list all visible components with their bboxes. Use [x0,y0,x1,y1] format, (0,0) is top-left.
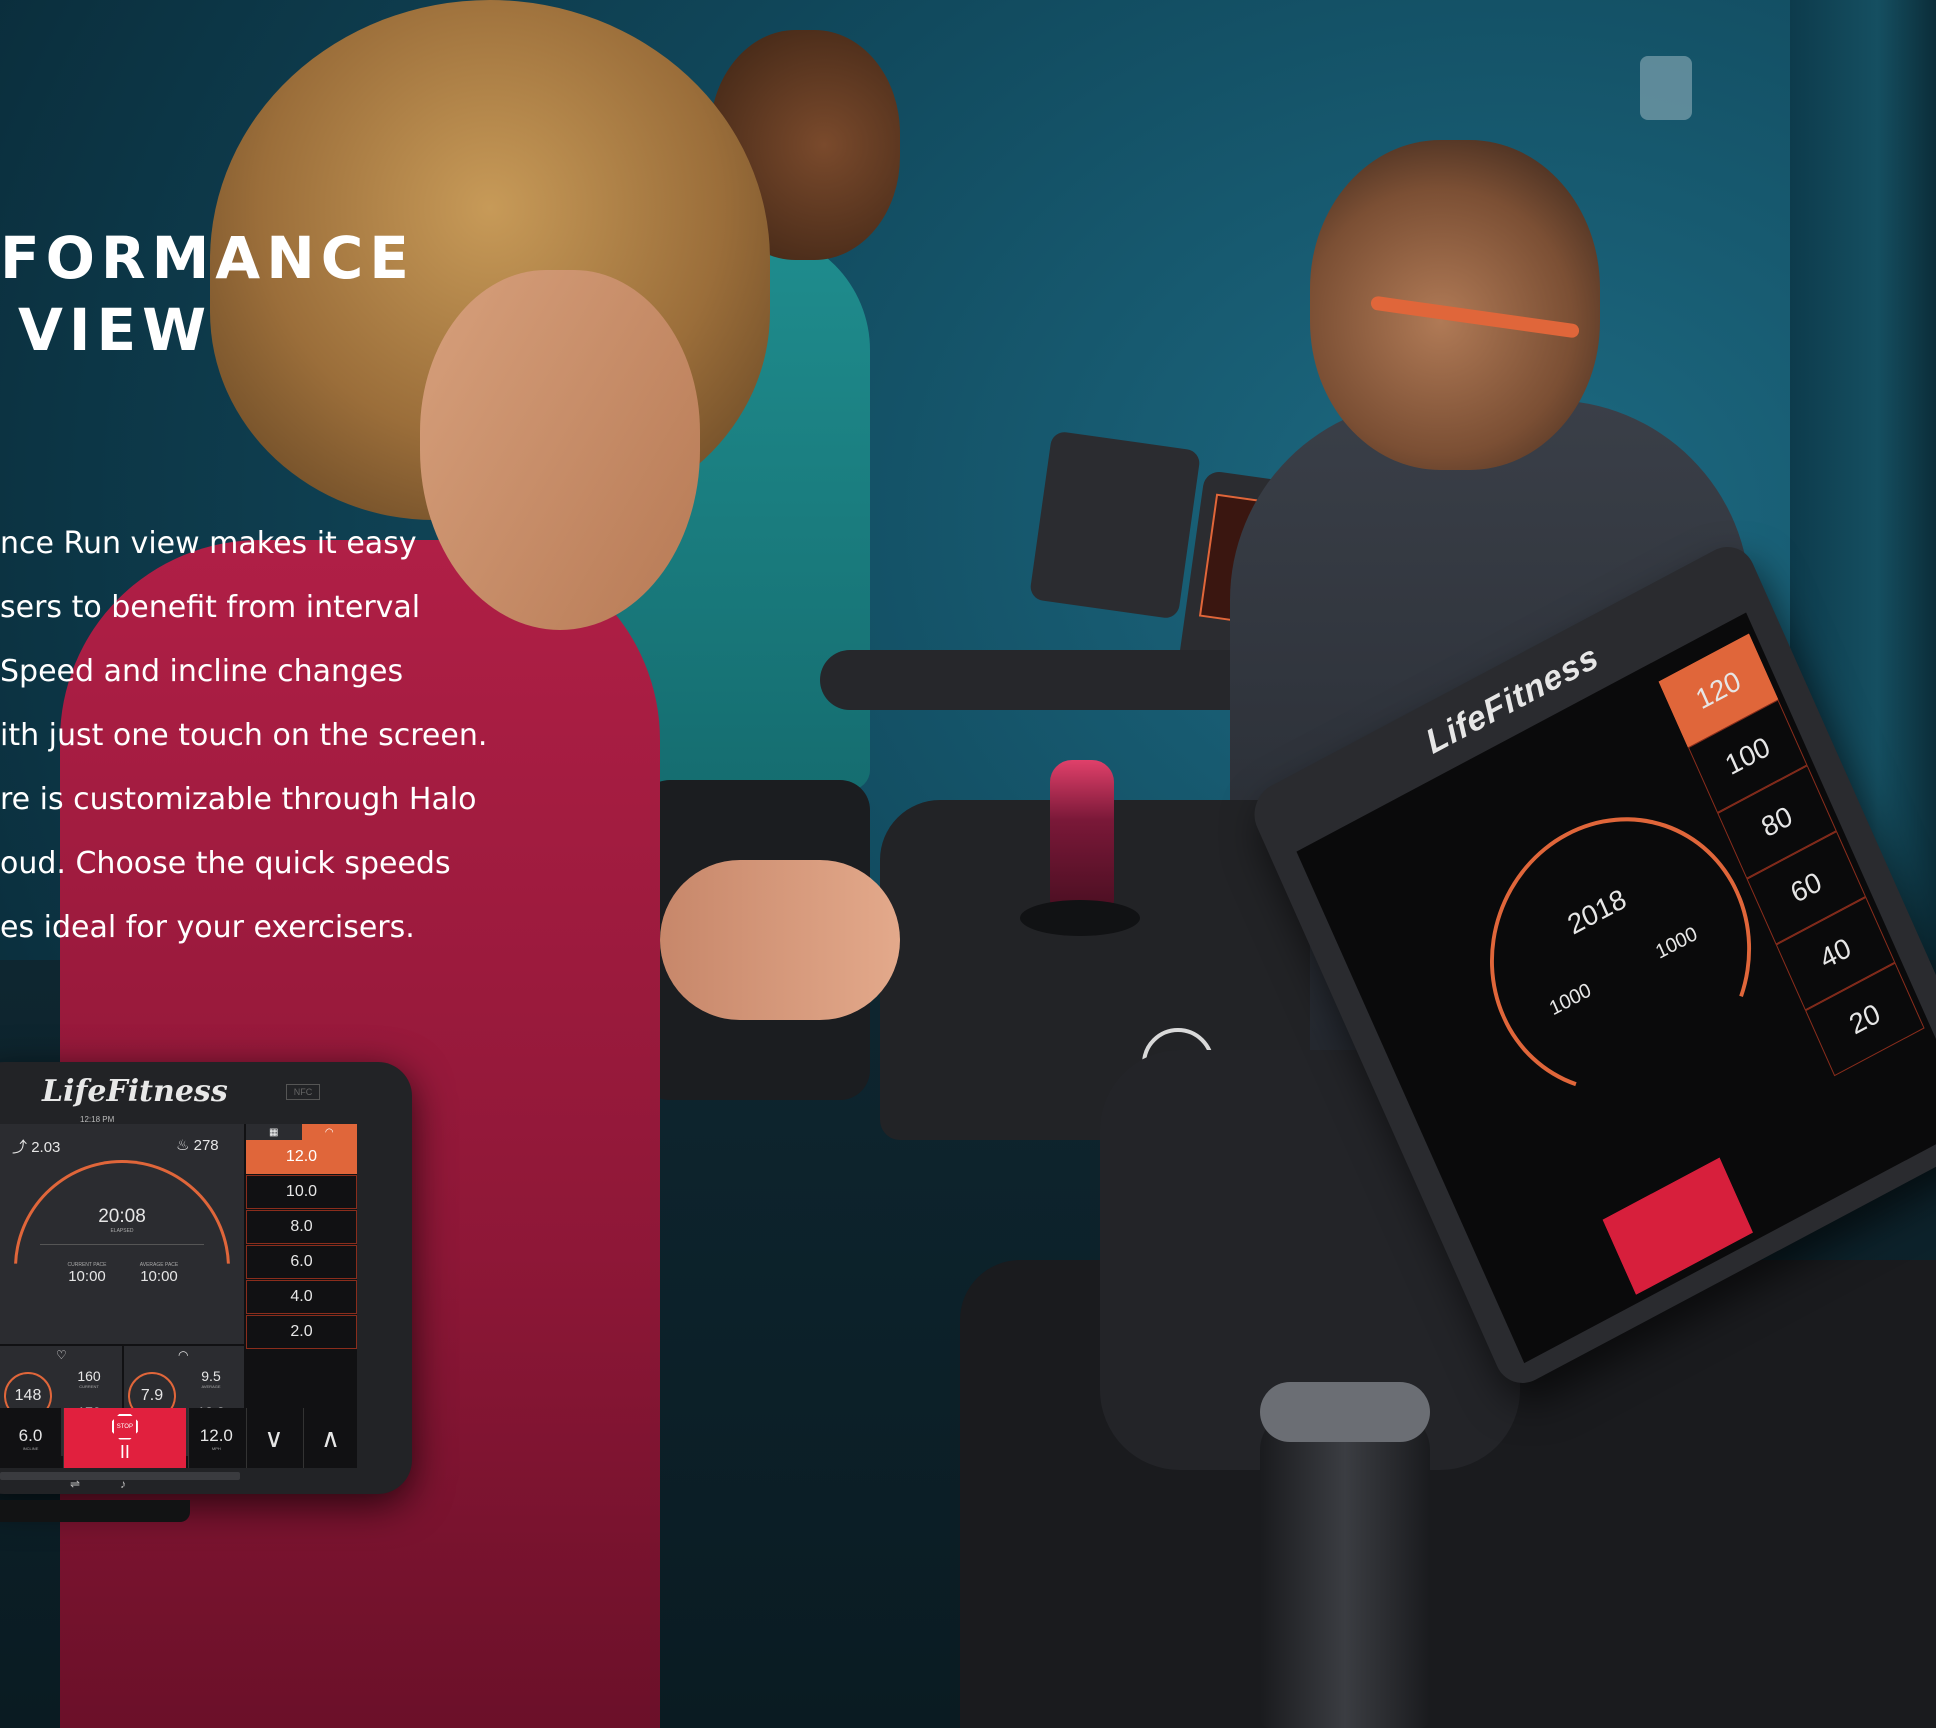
stop-icon: STOP [111,1413,138,1440]
mph-average-value: 9.5 [201,1368,221,1384]
body-line: es ideal for your exercisers. [0,910,415,945]
chevron-up-icon: ∧ [320,1422,340,1453]
speed-gauge-icon[interactable]: ◠ [302,1124,358,1140]
console-time: 12:18 PM [80,1115,115,1124]
body-line: ith just one touch on the screen. [0,718,488,753]
quick-speed-button[interactable]: 6.0 [246,1245,357,1279]
body-line: nce Run view makes it easy [0,526,417,561]
console-base [0,1500,190,1522]
current-pace: CURRENT PACE 10:00 [52,1262,122,1285]
heart-rate-value: 148 [14,1387,42,1404]
incline-value: 6.0 [18,1425,43,1445]
headphone-icon: ♪ [120,1477,126,1491]
body-line: oud. Choose the quick speeds [0,846,451,881]
divider [40,1244,204,1245]
quick-speed-list: ▦ ◠ 12.0 10.0 8.0 6.0 4.0 2.0 [246,1124,357,1350]
quick-speed-button[interactable]: 4.0 [246,1280,357,1314]
mph-average-label: AVERAGE [201,1384,221,1389]
water-bottle-pink [1050,760,1114,910]
nfc-badge: NFC [286,1084,320,1100]
quick-speed-header: ▦ ◠ [246,1124,357,1140]
mph-value: 7.9 [140,1387,164,1404]
body-line: Speed and incline changes [0,654,404,689]
body-line: sers to benefit from interval [0,590,421,625]
headline-line-1: FORMANCE [0,224,415,292]
mph-average: 9.5 AVERAGE [186,1368,236,1389]
instructor-head [1310,140,1600,470]
speed-label: MPH [211,1445,221,1451]
control-bar: 6.0 INCLINE STOP II 12.0 MPH ∨ ∧ [0,1408,357,1468]
speed-up-button[interactable]: ∧ [302,1408,357,1468]
quick-speed-button[interactable]: 8.0 [246,1210,357,1244]
pause-icon: II [119,1441,130,1462]
hr-current-label: CURRENT [79,1384,99,1389]
calories-value: 278 [193,1137,219,1154]
stop-label: STOP [116,1423,133,1430]
elapsed-label: ELAPSED [110,1228,134,1234]
headline: FORMANCE VIEW [0,222,415,366]
progress-arc [14,1160,230,1264]
wall-sensor [1640,56,1692,120]
body-line: re is customizable through Halo [0,782,477,817]
hr-current-value: 160 [77,1368,101,1384]
headline-line-2: VIEW [18,296,213,364]
quick-speed-button[interactable]: 12.0 [246,1140,357,1174]
usb-icon: ⇌ [70,1477,81,1491]
quick-speed-button[interactable]: 2.0 [246,1315,357,1349]
stop-pause-button[interactable]: STOP II [62,1408,186,1468]
heart-icon: ♡ [56,1348,67,1362]
quick-speed-button[interactable]: 10.0 [246,1175,357,1209]
body-copy: nce Run view makes it easy sers to benef… [0,512,487,960]
speed-value: 12.0 [199,1425,233,1445]
console-brand-logo: LifeFitness [42,1074,228,1109]
speed-down-button[interactable]: ∨ [245,1408,301,1468]
big-stop-button [1602,1157,1753,1295]
average-pace-value: 10:00 [140,1268,178,1285]
flame-icon: ♨ [176,1137,190,1154]
distance-stat: ⤴ 2.03 [12,1136,60,1157]
speed-display[interactable]: 12.0 MPH [187,1408,244,1468]
runner-woman-arm [660,860,900,1020]
water-bottle-black [1260,1382,1430,1728]
distance-value: 2.03 [31,1139,61,1156]
current-pace-value: 10:00 [68,1268,106,1285]
average-pace: AVERAGE PACE 10:00 [124,1262,194,1285]
elapsed-time: 20:08 [98,1206,146,1227]
speedometer-icon: ◠ [178,1348,189,1362]
workout-stats-panel: ⤴ 2.03 ♨ 278 20:08 ELAPSED CURRENT PACE 1… [0,1124,244,1344]
treadmill-console-back [1028,430,1202,620]
keypad-icon[interactable]: ▦ [246,1124,302,1140]
bottle-cap [1260,1382,1430,1442]
distance-icon: ⤴ [12,1139,28,1156]
incline-label: INCLINE [22,1445,39,1451]
incline-display[interactable]: 6.0 INCLINE [0,1408,61,1468]
cupholder [1020,900,1140,936]
treadmill-console-inset: LifeFitness NFC 12:18 PM ⤴ 2.03 ♨ 278 20… [0,1062,412,1522]
console-screen: ⤴ 2.03 ♨ 278 20:08 ELAPSED CURRENT PACE 1… [0,1124,357,1468]
chevron-down-icon: ∨ [264,1422,284,1453]
hr-current: 160 CURRENT [64,1368,114,1389]
calories-stat: ♨ 278 [176,1136,219,1154]
